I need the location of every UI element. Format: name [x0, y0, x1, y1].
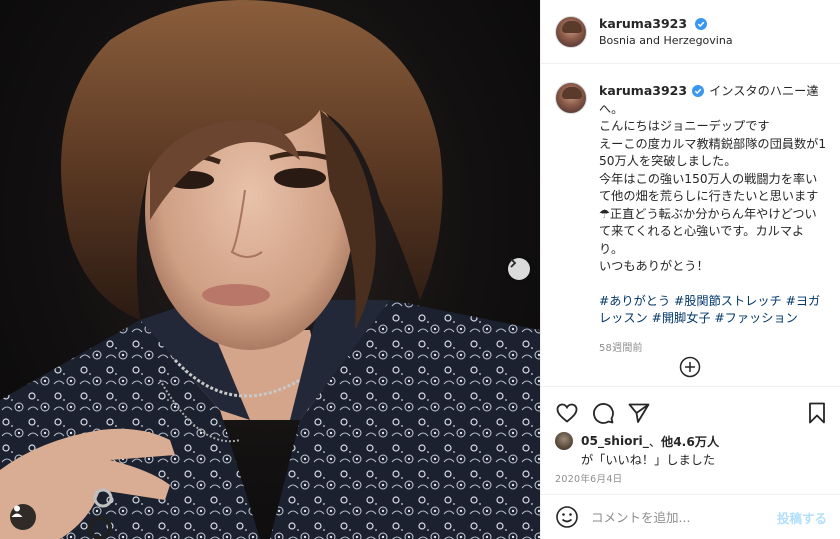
next-photo-button[interactable]	[508, 258, 530, 280]
post-comment-button[interactable]: 投稿する	[777, 508, 827, 527]
hashtag-list: #ありがとう #股関節ストレッチ #ヨガレッスン #開脚女子 #ファッション	[599, 293, 828, 328]
chevron-right-icon	[510, 258, 517, 268]
action-bar	[541, 386, 840, 438]
liker-username[interactable]: 05_shiori_	[581, 434, 649, 448]
load-more-comments-button[interactable]	[678, 355, 702, 379]
likes-separator: 、	[648, 435, 662, 449]
paper-plane-icon[interactable]	[627, 401, 651, 425]
caption-timestamp[interactable]: 58週間前	[599, 340, 828, 358]
hashtag-link[interactable]: #開脚女子	[652, 311, 711, 325]
likes-suffix: が「いいね！」しました	[581, 453, 716, 467]
smiley-icon[interactable]	[555, 505, 579, 529]
caption-avatar[interactable]	[555, 82, 587, 114]
verified-badge-icon	[695, 18, 708, 30]
location-link[interactable]: Bosnia and Herzegovina	[599, 32, 733, 49]
comment-bar: 投稿する	[541, 494, 840, 539]
comment-input[interactable]	[591, 509, 777, 525]
likes-summary: 05_shiori_、他4.6万人	[555, 432, 719, 450]
hashtag-link[interactable]: #股関節ストレッチ	[674, 294, 782, 308]
hashtag-link[interactable]: #ファッション	[714, 311, 797, 325]
plus-circle-icon	[679, 356, 701, 378]
post-side-panel: karuma3923 Bosnia and Herzegovina karuma…	[540, 0, 840, 539]
likes-count-link[interactable]: 他4.6万人	[661, 432, 719, 450]
post-header: karuma3923 Bosnia and Herzegovina	[541, 0, 840, 64]
bookmark-icon[interactable]	[805, 401, 829, 425]
hashtag-link[interactable]: #ありがとう	[599, 294, 670, 308]
liker-avatar[interactable]	[555, 432, 573, 450]
post-photo[interactable]	[0, 0, 540, 539]
caption-username[interactable]: karuma3923	[599, 83, 687, 98]
post-date[interactable]: 2020年6月4日	[555, 471, 622, 485]
user-tag-icon	[11, 505, 23, 517]
avatar[interactable]	[555, 15, 587, 48]
tagged-users-button[interactable]	[10, 504, 36, 530]
verified-badge-icon	[692, 85, 705, 97]
caption: karuma3923 インスタのハニー達へ。 こんにちはジョニーデップです えーこ…	[555, 82, 828, 357]
comment-icon[interactable]	[591, 401, 615, 425]
header-username[interactable]: karuma3923	[599, 16, 687, 31]
portrait-illustration	[0, 0, 540, 539]
caption-text: インスタのハニー達へ。 こんにちはジョニーデップです えーこの度カルマ教精鋭部隊…	[599, 84, 827, 273]
heart-icon[interactable]	[555, 401, 579, 425]
